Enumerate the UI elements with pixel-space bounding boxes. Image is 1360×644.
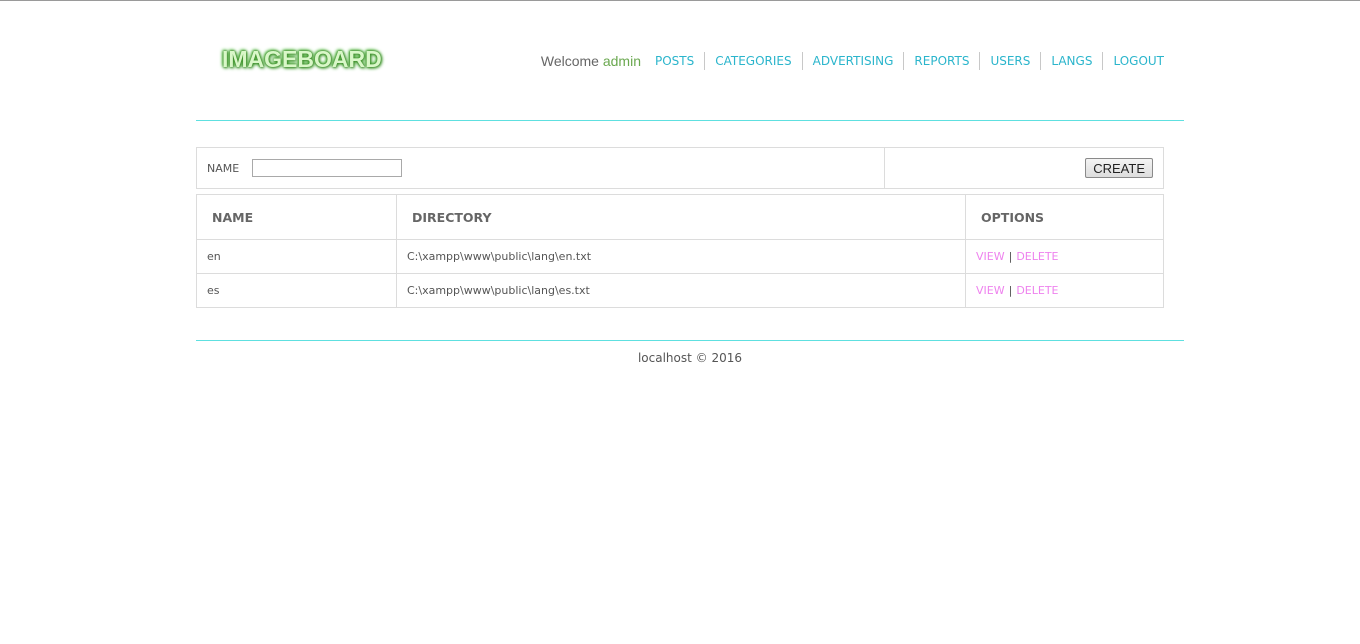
name-label: NAME xyxy=(207,161,240,175)
create-lang-form: NAME CREATE xyxy=(196,147,1164,189)
nav-users[interactable]: USERS xyxy=(979,52,1040,70)
column-header-directory: DIRECTORY xyxy=(396,194,966,240)
cell-directory: C:\xampp\www\public\lang\en.txt xyxy=(396,239,966,274)
cell-options: VIEW | DELETE xyxy=(965,239,1164,274)
nav-langs[interactable]: LANGS xyxy=(1040,52,1102,70)
view-link[interactable]: VIEW xyxy=(976,250,1005,263)
view-link[interactable]: VIEW xyxy=(976,284,1005,297)
main-nav: Welcome admin POSTS CATEGORIES ADVERTISI… xyxy=(541,52,1164,70)
top-border xyxy=(0,0,1360,1)
nav-categories[interactable]: CATEGORIES xyxy=(704,52,801,70)
welcome-label: Welcome xyxy=(540,53,599,69)
option-separator: | xyxy=(1008,284,1013,297)
column-header-options: OPTIONS xyxy=(965,194,1164,240)
option-separator: | xyxy=(1008,250,1013,263)
langs-table: NAME DIRECTORY OPTIONS en C:\xampp\www\p… xyxy=(196,194,1164,308)
column-header-name: NAME xyxy=(196,194,397,240)
footer-divider xyxy=(196,340,1184,341)
form-action-cell: CREATE xyxy=(885,148,1163,188)
nav-advertising[interactable]: ADVERTISING xyxy=(801,52,904,70)
cell-options: VIEW | DELETE xyxy=(965,273,1164,308)
cell-name: es xyxy=(196,273,397,308)
cell-name: en xyxy=(196,239,397,274)
delete-link[interactable]: DELETE xyxy=(1016,284,1058,297)
table-row: en C:\xampp\www\public\lang\en.txt VIEW |… xyxy=(196,239,1164,274)
nav-reports[interactable]: REPORTS xyxy=(903,52,979,70)
nav-logout[interactable]: LOGOUT xyxy=(1102,52,1164,70)
delete-link[interactable]: DELETE xyxy=(1016,250,1058,263)
cell-directory: C:\xampp\www\public\lang\es.txt xyxy=(396,273,966,308)
site-logo[interactable]: IMAGEBOARD xyxy=(222,46,382,73)
create-button[interactable]: CREATE xyxy=(1085,158,1153,178)
header-divider xyxy=(196,120,1184,121)
name-input[interactable] xyxy=(252,159,403,177)
username: admin xyxy=(602,53,641,69)
welcome-message: Welcome admin xyxy=(541,53,641,69)
table-header-row: NAME DIRECTORY OPTIONS xyxy=(196,194,1164,240)
nav-posts[interactable]: POSTS xyxy=(655,52,704,70)
footer-copyright: localhost © 2016 xyxy=(637,351,743,365)
table-row: es C:\xampp\www\public\lang\es.txt VIEW |… xyxy=(196,273,1164,308)
form-name-cell: NAME xyxy=(197,148,885,188)
